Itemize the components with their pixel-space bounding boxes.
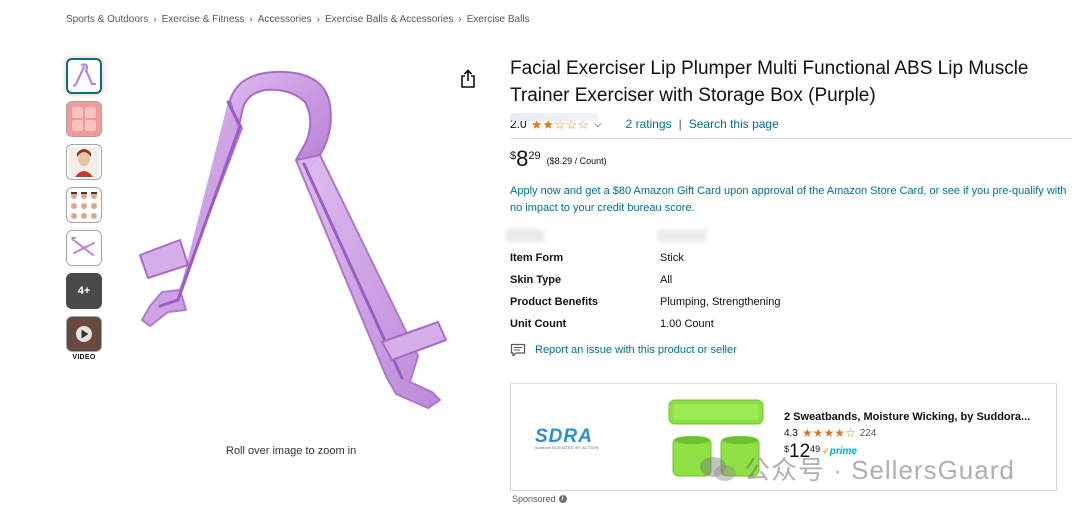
star-full-icon: ★ [823, 426, 835, 440]
blurred-value [657, 229, 707, 242]
more-images-button[interactable]: 4+ [66, 273, 102, 309]
thumbnail-4[interactable] [66, 187, 102, 223]
star-half-icon: ☆ [844, 426, 856, 440]
ad-rating-value: 4.3 [784, 428, 798, 439]
face-grid-thumb-icon [68, 189, 100, 221]
breadcrumb-sports-outdoors[interactable]: Sports & Outdoors [66, 14, 148, 25]
watermark-text: 公众号 · SellersGuard [744, 455, 1015, 485]
section-divider [510, 138, 1072, 139]
spec-label: Skin Type [510, 274, 562, 286]
spec-row: Skin Type All [510, 269, 1070, 291]
thumbnail-5[interactable] [66, 230, 102, 266]
spec-label: Unit Count [510, 318, 567, 330]
breadcrumb-exercise-balls[interactable]: Exercise Balls [467, 14, 530, 25]
spec-value: All [660, 274, 673, 286]
wechat-icon [700, 456, 736, 481]
star-full-icon: ★ [834, 426, 845, 440]
breadcrumb-separator: › [249, 14, 253, 25]
sponsored-label: Sponsored i [512, 494, 567, 504]
star-full-icon: ★ [812, 426, 824, 440]
brand-logo[interactable]: SDRA [535, 426, 625, 444]
price-whole: 8 [516, 146, 529, 171]
zoom-hint: Roll over image to zoom in [226, 445, 357, 457]
breadcrumb: Sports & Outdoors › Exercise & Fitness › Acc… [66, 14, 530, 25]
breadcrumb-separator: › [458, 14, 462, 25]
link-divider: | [678, 117, 682, 131]
star-full-icon: ★ [801, 426, 813, 440]
price: $ 8 29 ($8.29 / Count) [510, 147, 1070, 173]
ad-rating[interactable]: 4.3 ★ ★ ★ ★ ☆ 224 [784, 427, 876, 440]
report-issue-link[interactable]: Report an issue with this product or sel… [535, 344, 737, 356]
thumbnail-2[interactable] [66, 101, 102, 137]
search-page-link[interactable]: Search this page [689, 117, 779, 131]
watermark: 公众号 · SellersGuard [698, 450, 1015, 487]
thumbnail-3[interactable] [66, 144, 102, 180]
main-product-image[interactable] [120, 60, 480, 430]
image-thumbnails: 4+ VIDEO [66, 58, 102, 361]
product-title: Facial Exerciser Lip Plumper Multi Funct… [510, 58, 1029, 106]
ad-rating-count: 224 [859, 428, 877, 439]
price-per-unit: ($8.29 / Count) [546, 156, 607, 166]
breadcrumb-accessories[interactable]: Accessories [258, 14, 312, 25]
product-details: Facial Exerciser Lip Plumper Multi Funct… [506, 55, 1072, 357]
sponsored-text: Sponsored [512, 494, 556, 504]
spec-table: Item Form Stick Skin Type All Product Be… [510, 247, 1070, 335]
brand-tagline: suddora ELEVATED BY ACTION [535, 445, 599, 450]
thumbnail-1[interactable] [66, 58, 102, 94]
lip-trainer-thumb-icon [72, 63, 97, 88]
video-thumbnail[interactable] [66, 316, 102, 352]
breadcrumb-separator: › [153, 14, 157, 25]
breadcrumb-separator: › [316, 14, 321, 25]
breadcrumb-exercise-fitness[interactable]: Exercise & Fitness [162, 14, 245, 25]
ad-product-title[interactable]: 2 Sweatbands, Moisture Wicking, by Suddo… [784, 411, 1030, 423]
more-images-label: 4+ [77, 285, 91, 297]
breadcrumb-exercise-balls-accessories[interactable]: Exercise Balls & Accessories [325, 14, 453, 25]
spec-value: 1.00 Count [660, 318, 714, 330]
lip-trainer-side-thumb-icon [71, 236, 95, 256]
spec-value: Plumping, Strengthening [660, 296, 781, 308]
report-issue[interactable]: Report an issue with this product or sel… [510, 343, 1070, 357]
model-photo-thumb-icon [69, 147, 99, 177]
ad-star-rating: ★ ★ ★ ★ ☆ [802, 427, 856, 440]
infographic-thumb-icon [72, 107, 96, 131]
blurred-region [506, 225, 1070, 245]
spec-label: Product Benefits [510, 296, 599, 308]
play-icon [69, 319, 99, 349]
price-fraction: 29 [528, 150, 541, 162]
spec-row: Item Form Stick [510, 247, 1070, 269]
spec-value: Stick [660, 252, 684, 264]
spec-label: Item Form [510, 252, 564, 264]
video-label: VIDEO [72, 354, 96, 361]
ratings-link[interactable]: 2 ratings [626, 117, 672, 131]
spec-row: Product Benefits Plumping, Strengthening [510, 291, 1070, 313]
brand-logo-text: SDRA [535, 426, 593, 444]
store-card-promo-link[interactable]: Apply now and get a $80 Amazon Gift Card… [510, 183, 1070, 217]
info-icon[interactable]: i [558, 495, 567, 503]
share-icon[interactable] [459, 69, 477, 89]
spec-row: Unit Count 1.00 Count [510, 313, 1070, 335]
feedback-icon [510, 343, 526, 357]
blurred-strip [510, 113, 598, 121]
blurred-label [506, 229, 544, 242]
